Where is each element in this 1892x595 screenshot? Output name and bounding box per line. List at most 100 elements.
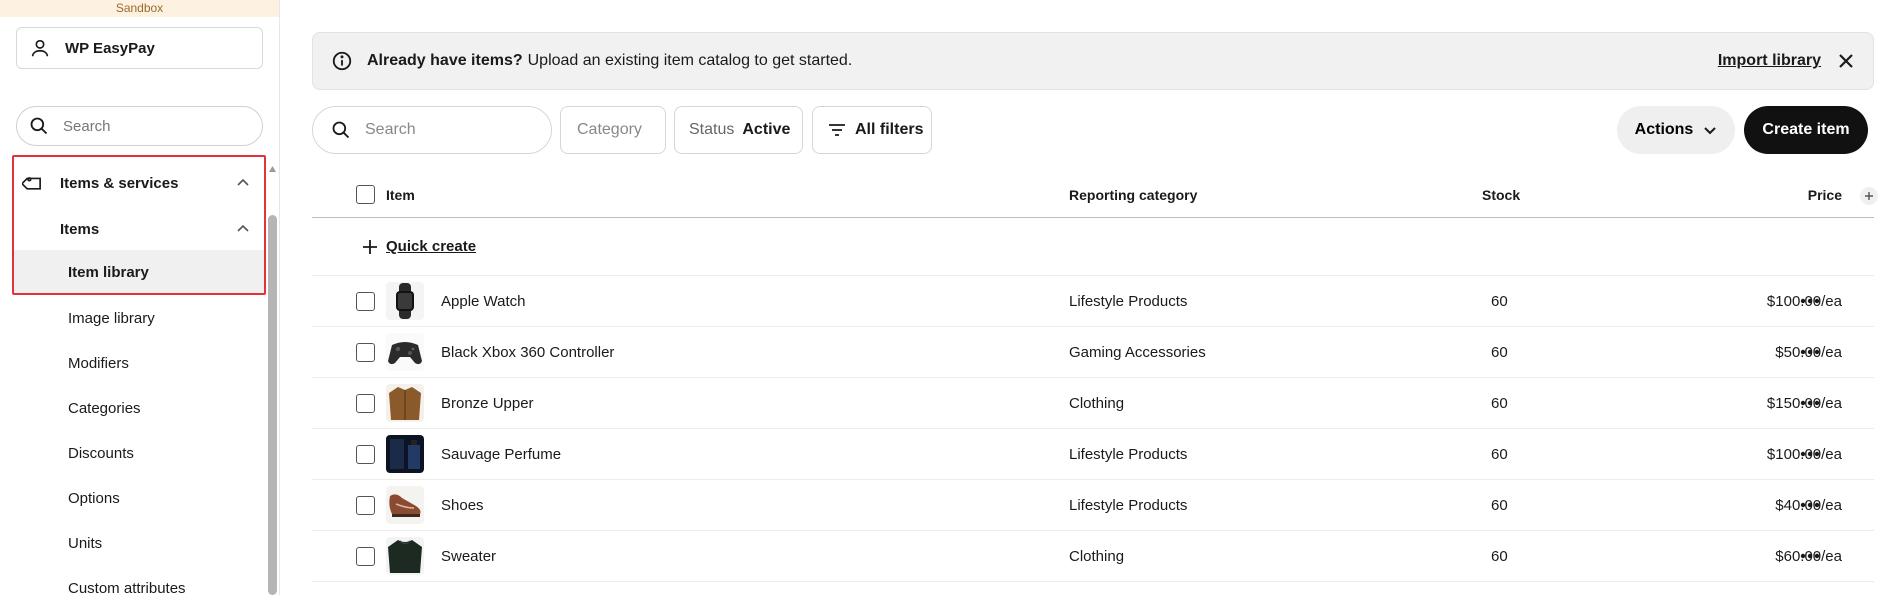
item-name[interactable]: Bronze Upper bbox=[441, 378, 534, 428]
nav-item-label: Image library bbox=[68, 309, 155, 327]
chevron-up-icon[interactable] bbox=[236, 176, 250, 190]
item-name[interactable]: Apple Watch bbox=[441, 276, 526, 326]
row-more-menu[interactable] bbox=[1800, 531, 1820, 581]
row-checkbox-cell bbox=[356, 429, 375, 479]
create-item-button[interactable]: Create item bbox=[1744, 106, 1868, 154]
row-more-menu[interactable] bbox=[1800, 429, 1820, 479]
row-more-menu[interactable] bbox=[1800, 276, 1820, 326]
sidebar-scrollbar[interactable] bbox=[268, 215, 277, 595]
add-column-button[interactable] bbox=[1860, 187, 1878, 205]
item-price: $50.00/ea bbox=[1702, 327, 1842, 377]
item-thumbnail-cell bbox=[386, 531, 424, 581]
nav-group-items-services[interactable]: Items & services bbox=[0, 163, 264, 203]
row-checkbox[interactable] bbox=[356, 393, 375, 413]
item-category: Lifestyle Products bbox=[1069, 496, 1188, 514]
item-price: $100.00/ea bbox=[1702, 276, 1842, 326]
import-library-link[interactable]: Import library bbox=[1718, 52, 1821, 70]
nav-item-label: Categories bbox=[68, 399, 141, 417]
table-row[interactable]: Black Xbox 360 Controller Gaming Accesso… bbox=[312, 327, 1874, 378]
nav-item-categories[interactable]: Categories bbox=[0, 388, 264, 428]
item-price: $100.00/ea bbox=[1702, 429, 1842, 479]
row-more-menu[interactable] bbox=[1800, 378, 1820, 428]
item-search[interactable] bbox=[312, 106, 552, 154]
tag-icon bbox=[22, 177, 41, 190]
item-stock: 60 bbox=[1491, 394, 1508, 412]
nav-item-label: Discounts bbox=[68, 444, 134, 462]
nav-item-image-library[interactable]: Image library bbox=[0, 298, 264, 338]
sidebar-search-input[interactable] bbox=[63, 117, 233, 135]
chevron-up-icon[interactable] bbox=[236, 222, 250, 236]
item-name[interactable]: Shoes bbox=[441, 480, 484, 530]
row-checkbox-cell bbox=[356, 378, 375, 428]
sidebar-search[interactable] bbox=[16, 106, 263, 146]
select-all-checkbox[interactable] bbox=[356, 185, 375, 204]
status-filter[interactable]: Status Active bbox=[674, 106, 803, 154]
item-category: Clothing bbox=[1069, 547, 1125, 565]
row-checkbox[interactable] bbox=[356, 342, 375, 362]
item-stock: 60 bbox=[1491, 292, 1508, 310]
item-category: Lifestyle Products bbox=[1069, 292, 1188, 310]
info-icon bbox=[332, 51, 352, 71]
table-header: Item Reporting category Stock Price bbox=[312, 172, 1878, 218]
plus-icon bbox=[363, 239, 377, 254]
account-switcher[interactable]: WP EasyPay bbox=[16, 27, 263, 69]
status-filter-label: Status bbox=[689, 121, 735, 138]
nav-sub-items[interactable]: Items bbox=[0, 209, 264, 249]
banner-title: Already have items? bbox=[367, 52, 523, 69]
nav-item-units[interactable]: Units bbox=[0, 523, 264, 563]
table-row[interactable]: Sauvage Perfume Lifestyle Products 60 $1… bbox=[312, 429, 1874, 480]
item-search-input[interactable] bbox=[365, 121, 535, 139]
close-icon[interactable] bbox=[1837, 52, 1855, 70]
category-filter[interactable]: Category bbox=[560, 106, 666, 154]
row-checkbox[interactable] bbox=[356, 546, 375, 566]
banner-text: Upload an existing item catalog to get s… bbox=[527, 52, 853, 69]
all-filters-label: All filters bbox=[855, 121, 924, 138]
nav-item-custom-attributes[interactable]: Custom attributes bbox=[0, 568, 264, 595]
actions-button[interactable]: Actions bbox=[1617, 106, 1735, 154]
all-filters-button[interactable]: All filters bbox=[812, 106, 932, 154]
item-category: Clothing bbox=[1069, 394, 1125, 412]
scroll-up-arrow-icon[interactable] bbox=[268, 165, 277, 173]
nav-item-discounts[interactable]: Discounts bbox=[0, 433, 264, 473]
table-row[interactable]: Bronze Upper Clothing 60 $150.00/ea bbox=[312, 378, 1874, 429]
item-name[interactable]: Sweater bbox=[441, 531, 496, 581]
header-item[interactable]: Item bbox=[386, 172, 415, 217]
row-checkbox-cell bbox=[356, 480, 375, 530]
item-thumbnail-cell bbox=[386, 429, 424, 479]
row-checkbox[interactable] bbox=[356, 444, 375, 464]
filter-icon bbox=[829, 124, 845, 136]
header-reporting-category[interactable]: Reporting category bbox=[1069, 172, 1197, 217]
item-stock: 60 bbox=[1491, 547, 1508, 565]
more-horizontal-icon bbox=[1800, 400, 1820, 406]
row-more-menu[interactable] bbox=[1800, 327, 1820, 377]
chevron-down-icon bbox=[1704, 127, 1717, 135]
more-horizontal-icon bbox=[1800, 502, 1820, 508]
quick-create-button[interactable]: Quick create bbox=[362, 218, 476, 275]
nav-item-options[interactable]: Options bbox=[0, 478, 264, 518]
nav-item-library[interactable]: Item library bbox=[14, 250, 264, 294]
account-name: WP EasyPay bbox=[65, 39, 155, 57]
item-thumbnail-cell bbox=[386, 480, 424, 530]
search-icon bbox=[30, 117, 48, 135]
nav-sub-label: Items bbox=[60, 220, 100, 238]
row-checkbox[interactable] bbox=[356, 291, 375, 311]
item-category: Lifestyle Products bbox=[1069, 445, 1188, 463]
header-price[interactable]: Price bbox=[1702, 172, 1842, 217]
user-icon bbox=[31, 39, 49, 57]
item-name[interactable]: Sauvage Perfume bbox=[441, 429, 561, 479]
header-stock[interactable]: Stock bbox=[1482, 172, 1520, 217]
sweater-thumbnail bbox=[386, 537, 424, 575]
table-row[interactable]: Apple Watch Lifestyle Products 60 $100.0… bbox=[312, 276, 1874, 327]
filter-bar: Category Status Active All filters Actio… bbox=[312, 106, 1874, 154]
item-name[interactable]: Black Xbox 360 Controller bbox=[441, 327, 614, 377]
nav-item-label: Item library bbox=[68, 263, 149, 281]
table-row[interactable]: Sweater Clothing 60 $60.00/ea bbox=[312, 531, 1874, 582]
nav-group-label: Items & services bbox=[60, 174, 179, 192]
nav-item-modifiers[interactable]: Modifiers bbox=[0, 343, 264, 383]
nav-item-label: Modifiers bbox=[68, 354, 129, 372]
status-filter-value: Active bbox=[742, 121, 791, 138]
row-more-menu[interactable] bbox=[1800, 480, 1820, 530]
item-thumbnail-cell bbox=[386, 276, 424, 326]
table-row[interactable]: Shoes Lifestyle Products 60 $40.00/ea bbox=[312, 480, 1874, 531]
row-checkbox[interactable] bbox=[356, 495, 375, 515]
